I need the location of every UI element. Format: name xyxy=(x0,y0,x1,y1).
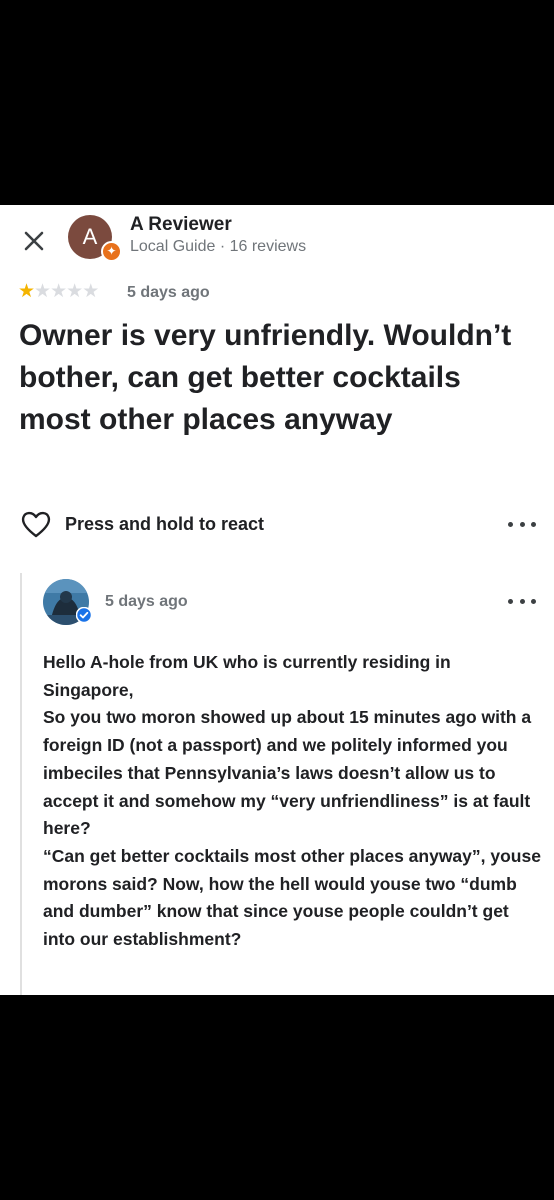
star-empty-icon: ★ xyxy=(82,281,99,302)
review-date: 5 days ago xyxy=(127,284,210,301)
review-card: A ✦ A Reviewer Local Guide · 16 reviews … xyxy=(0,205,554,995)
star-filled-icon: ★ xyxy=(18,281,35,302)
close-icon[interactable] xyxy=(20,227,48,255)
react-label: Press and hold to react xyxy=(65,513,265,534)
review-text: Owner is very unfriendly. Wouldn’t bothe… xyxy=(19,319,512,436)
star-rating: ★★★★★ xyxy=(18,280,99,304)
reply-date: 5 days ago xyxy=(105,593,188,610)
star-empty-icon: ★ xyxy=(50,281,67,302)
reviewer-meta: Local Guide · 16 reviews xyxy=(130,238,307,255)
local-guide-badge-icon: ✦ xyxy=(101,241,122,262)
heart-outline-icon xyxy=(21,511,51,538)
verified-badge-icon xyxy=(76,607,92,623)
reply-more-options-icon[interactable] xyxy=(508,591,536,611)
more-options-icon[interactable] xyxy=(508,514,536,534)
reply-divider xyxy=(20,573,22,995)
owner-reply-text: Hello A-hole from UK who is currently re… xyxy=(43,652,541,950)
reviewer-name[interactable]: A Reviewer xyxy=(130,214,232,236)
star-empty-icon: ★ xyxy=(66,281,83,302)
star-empty-icon: ★ xyxy=(34,281,51,302)
react-button[interactable]: Press and hold to react xyxy=(20,509,264,539)
